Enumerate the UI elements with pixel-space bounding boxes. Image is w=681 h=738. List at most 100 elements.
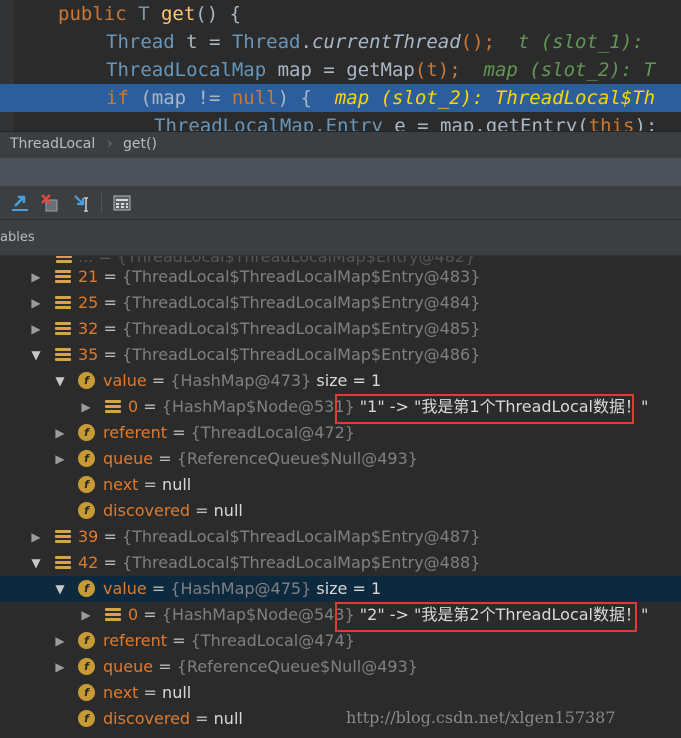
variable-value: {ThreadLocal$ThreadLocalMap$Entry@483} (121, 267, 481, 286)
tree-row[interactable]: ▼ f value = {HashMap@473} size = 1 (0, 368, 681, 394)
annotation-box-2 (335, 602, 637, 632)
method-name: get (160, 3, 196, 25)
collapsed-arrow-icon[interactable]: ▶ (54, 654, 66, 680)
variable-value: null (213, 501, 243, 520)
variable-name: referent (103, 631, 168, 650)
debug-inline-value: t (slot_1): (494, 31, 644, 53)
code-line-1[interactable]: public T get() { (0, 0, 681, 28)
breadcrumb-method[interactable]: get() (123, 136, 157, 152)
collapsed-arrow-icon[interactable]: ▶ (80, 394, 92, 420)
code-text: () { (195, 3, 242, 25)
equals-sign: = (103, 267, 117, 286)
variable-name: 25 (78, 293, 99, 312)
debug-inline-value: map (slot_2): ThreadLocal$Th (311, 87, 656, 109)
collapsed-arrow-icon[interactable]: ▶ (80, 602, 92, 628)
type-name: Thread (231, 31, 301, 53)
entry-icon (55, 530, 71, 544)
debug-toolbar (0, 186, 681, 220)
variable-value: {ThreadLocal$ThreadLocalMap$Entry@486} (121, 345, 481, 364)
breadcrumb: ThreadLocal › get() (0, 131, 681, 158)
variable-value: {ThreadLocal$ThreadLocalMap$Entry@484} (121, 293, 481, 312)
collapsed-arrow-icon[interactable]: ▶ (30, 264, 42, 290)
run-to-cursor-icon[interactable] (72, 193, 92, 213)
size-label: size = 1 (316, 371, 382, 390)
tree-row[interactable]: f next = null (0, 472, 681, 498)
variable-name: next (103, 683, 139, 702)
keyword: public (58, 3, 139, 25)
type-name: T (138, 3, 161, 25)
collapsed-arrow-icon[interactable]: ▶ (30, 290, 42, 316)
type-name: ThreadLocalMap (106, 59, 278, 81)
equals-sign: = (103, 527, 117, 546)
collapsed-arrow-icon[interactable]: ▶ (54, 446, 66, 472)
expanded-arrow-icon[interactable]: ▼ (30, 550, 42, 576)
drop-frame-icon[interactable] (40, 193, 60, 213)
tree-row[interactable]: f discovered = null (0, 498, 681, 524)
tree-row[interactable]: ▶ 25 = {ThreadLocal$ThreadLocalMap$Entry@… (0, 290, 681, 316)
field-icon: f (78, 502, 95, 519)
code-line-4-current[interactable]: if (map != null) { map (slot_2): ThreadL… (0, 84, 681, 112)
entry-icon (105, 400, 121, 414)
code-text: t = (186, 31, 232, 53)
variable-name: 42 (78, 553, 99, 572)
field-icon: f (78, 710, 95, 727)
variable-value: {HashMap@473} (170, 371, 312, 390)
code-line-2[interactable]: Thread t = Thread.currentThread(); t (sl… (0, 28, 681, 56)
keyword: null (231, 87, 278, 109)
entry-icon (55, 296, 71, 310)
type-name: ThreadLocalMap.Entry (154, 115, 395, 131)
variable-name: 0 (128, 605, 139, 624)
variable-name: 39 (78, 527, 99, 546)
equals-sign: = (172, 631, 186, 650)
collapsed-arrow-icon[interactable]: ▶ (30, 316, 42, 342)
variable-name: discovered (103, 501, 191, 520)
step-out-icon[interactable] (10, 193, 30, 213)
expanded-arrow-icon[interactable]: ▼ (30, 342, 42, 368)
collapsed-arrow-icon[interactable]: ▶ (54, 628, 66, 654)
expanded-arrow-icon[interactable]: ▼ (54, 368, 66, 394)
equals-sign: = (151, 371, 166, 390)
entry-icon (55, 270, 71, 284)
tree-row[interactable]: ▶ f queue = {ReferenceQueue$Null@493} (0, 446, 681, 472)
tree-row[interactable]: ▶ 32 = {ThreadLocal$ThreadLocalMap$Entry@… (0, 316, 681, 342)
variable-name: queue (103, 449, 154, 468)
variable-value: {ThreadLocal$ThreadLocalMap$Entry@485} (121, 319, 481, 338)
variable-value: {ThreadLocal$ThreadLocalMap$Entry@488} (121, 553, 481, 572)
field-icon: f (78, 658, 95, 675)
tree-row[interactable]: ▼ f value = {HashMap@475} size = 1 (0, 576, 681, 602)
code-line-5[interactable]: ThreadLocalMap.Entry e = map.getEntry(th… (0, 112, 681, 131)
breadcrumb-class[interactable]: ThreadLocal (10, 136, 95, 152)
tree-row[interactable]: ▶ 39 = {ThreadLocal$ThreadLocalMap$Entry@… (0, 524, 681, 550)
variables-tab-header[interactable]: ables (0, 220, 681, 256)
breadcrumb-separator: › (107, 136, 113, 152)
variable-value: {HashMap@475} (170, 579, 312, 598)
expanded-arrow-icon[interactable]: ▼ (54, 576, 66, 602)
type-name: Thread (106, 31, 187, 53)
evaluate-expression-icon[interactable] (112, 193, 132, 213)
watermark: http://blog.csdn.net/xlgen157387 (346, 708, 616, 727)
equals-sign: = (143, 397, 157, 416)
variable-value: {ReferenceQueue$Null@493} (176, 449, 418, 468)
tree-row[interactable]: ▶ 21 = {ThreadLocal$ThreadLocalMap$Entry@… (0, 264, 681, 290)
collapsed-arrow-icon[interactable]: ▶ (54, 420, 66, 446)
code-text: (t); (414, 59, 461, 81)
keyword: this (588, 115, 635, 131)
equals-sign: = (143, 605, 157, 624)
field-icon: f (78, 450, 95, 467)
code-line-3[interactable]: ThreadLocalMap map = getMap(t); map (slo… (0, 56, 681, 84)
variables-tree[interactable]: ... = {ThreadLocal$ThreadLocalMap$Entry@… (0, 256, 681, 738)
tree-row[interactable]: ▼ 35 = {ThreadLocal$ThreadLocalMap$Entry@… (0, 342, 681, 368)
variable-name: 35 (78, 345, 99, 364)
annotation-box-1 (335, 394, 634, 424)
variable-name: value (103, 579, 147, 598)
tree-row[interactable]: ▼ 42 = {ThreadLocal$ThreadLocalMap$Entry@… (0, 550, 681, 576)
field-icon: f (78, 684, 95, 701)
variable-value: {ThreadLocal@472} (190, 423, 355, 442)
code-text: ); (634, 115, 658, 131)
collapsed-arrow-icon[interactable]: ▶ (30, 524, 42, 550)
toolbar-divider (101, 193, 102, 213)
code-editor[interactable]: public T get() { Thread t = Thread.curre… (0, 0, 681, 131)
tree-row[interactable]: ▶ f queue = {ReferenceQueue$Null@493} (0, 654, 681, 680)
code-text: (); (460, 31, 495, 53)
tree-row[interactable]: f next = null (0, 680, 681, 706)
